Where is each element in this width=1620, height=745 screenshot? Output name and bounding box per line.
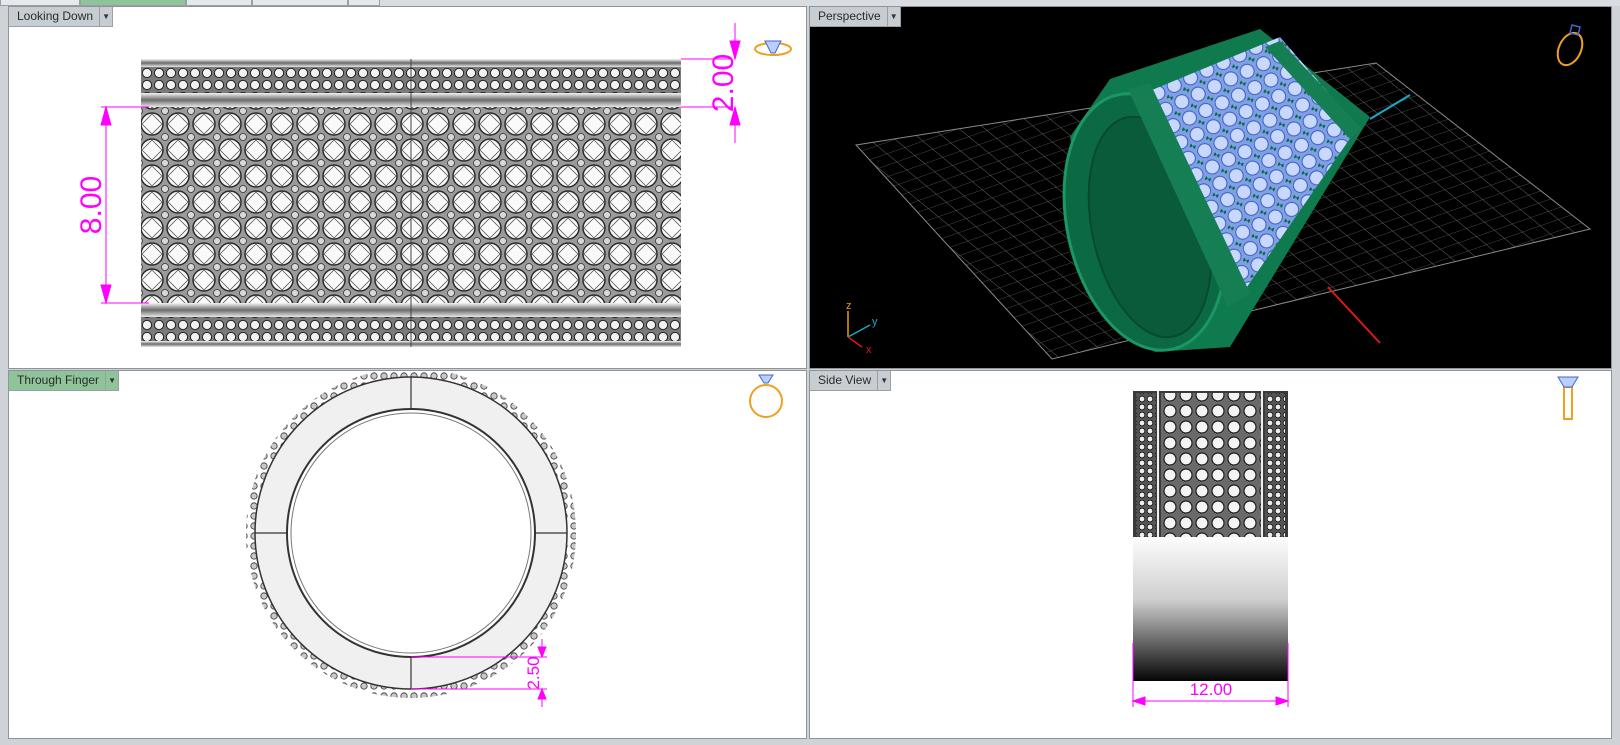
viewport-looking-down[interactable]: Looking Down ▼ 8.00 2.00: [8, 6, 807, 369]
view-orientation-icon[interactable]: [1553, 24, 1587, 69]
ring-side-render: 12.00: [1131, 376, 1579, 707]
ring-perspective-render: z y x: [846, 24, 1592, 360]
view-orientation-icon[interactable]: [754, 40, 792, 56]
dimension-height-top: 2.00: [707, 54, 740, 112]
viewport-perspective[interactable]: Perspective ▼ z y x: [809, 6, 1612, 369]
viewport-through-finger[interactable]: Through Finger ▼ 2.50: [8, 370, 807, 739]
axis-z-label: z: [846, 300, 852, 312]
view-orientation-icon[interactable]: [749, 374, 783, 418]
view-orientation-icon[interactable]: [1557, 376, 1579, 420]
axis-indicator: z y x: [846, 300, 878, 356]
dimension-band-width: 12.00: [1190, 680, 1233, 699]
dimension-width-center: 8.00: [75, 176, 108, 234]
ring-top-render: 8.00 2.00: [75, 23, 792, 347]
axis-x-label: x: [866, 344, 872, 356]
ring-front-render: 2.50: [246, 371, 783, 707]
axis-y-label: y: [872, 316, 878, 328]
dimension-band-thickness: 2.50: [524, 656, 543, 689]
viewport-side-view[interactable]: Side View ▼ 12.00: [809, 370, 1612, 739]
